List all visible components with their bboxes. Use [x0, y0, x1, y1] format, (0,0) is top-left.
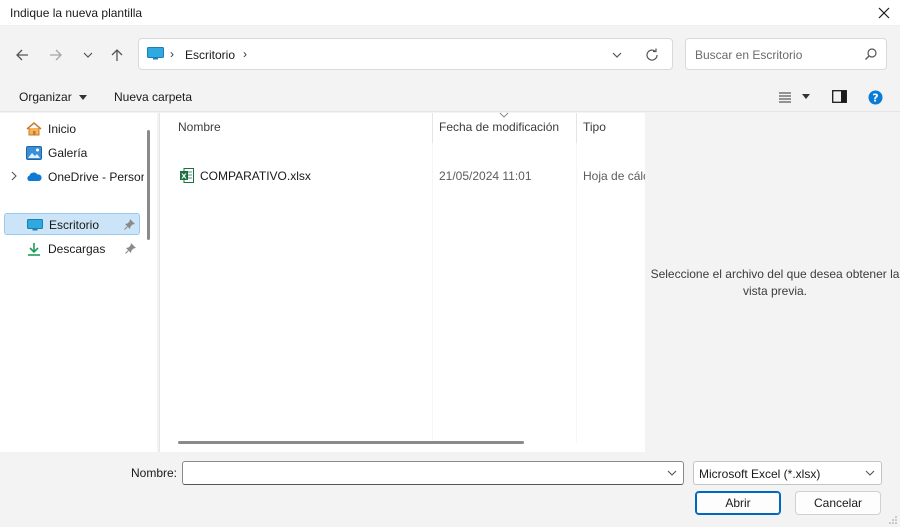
pin-icon	[124, 219, 135, 230]
organize-label: Organizar	[19, 90, 72, 104]
sidebar-item-descargas[interactable]: Descargas	[4, 238, 140, 260]
onedrive-icon	[27, 172, 42, 181]
sidebar-scrollbar[interactable]	[147, 130, 150, 240]
sidebar-item-label: Galería	[48, 146, 88, 160]
file-list	[159, 113, 645, 452]
close-icon	[878, 7, 890, 19]
sort-indicator-icon	[499, 112, 509, 118]
file-type-select[interactable]: Microsoft Excel (*.xlsx)	[693, 461, 882, 485]
help-icon[interactable]: ?	[868, 90, 883, 105]
file-type-value: Microsoft Excel (*.xlsx)	[699, 467, 821, 481]
title-bar: Indique la nueva plantilla	[0, 0, 900, 26]
column-header-date[interactable]: Fecha de modificación	[439, 120, 559, 134]
new-folder-button[interactable]: Nueva carpeta	[114, 90, 192, 104]
close-button[interactable]	[868, 0, 900, 26]
preview-message: Seleccione el archivo del que desea obte…	[650, 267, 900, 298]
sidebar-item-onedrive[interactable]: OneDrive - Personal	[4, 166, 144, 188]
forward-button[interactable]	[45, 44, 67, 66]
chevron-down-icon	[865, 470, 875, 476]
horizontal-scrollbar[interactable]	[178, 441, 524, 444]
sidebar-item-label: Inicio	[48, 122, 77, 136]
column-header-type[interactable]: Tipo	[583, 120, 606, 134]
window-title: Indique la nueva plantilla	[10, 6, 143, 20]
column-divider[interactable]	[576, 113, 577, 143]
address-history-chevron-icon[interactable]	[610, 48, 624, 62]
svg-text:?: ?	[872, 92, 878, 105]
preview-pane: Seleccione el archivo del que desea obte…	[645, 113, 900, 452]
home-icon	[26, 122, 42, 136]
cancel-button[interactable]: Cancelar	[795, 491, 881, 515]
open-button[interactable]: Abrir	[695, 491, 781, 515]
search-placeholder[interactable]: Buscar en Escritorio	[695, 48, 802, 62]
arrow-right-icon	[50, 49, 62, 61]
up-button[interactable]	[106, 44, 128, 66]
refresh-icon[interactable]	[644, 47, 660, 63]
excel-file-icon: X	[180, 168, 194, 183]
breadcrumb-location[interactable]: Escritorio	[185, 48, 235, 62]
sidebar-item-inicio[interactable]: Inicio	[4, 118, 140, 140]
file-date: 21/05/2024 11:01	[439, 169, 532, 183]
view-dropdown-icon[interactable]	[802, 94, 810, 100]
sidebar-item-escritorio[interactable]: Escritorio	[4, 213, 140, 235]
file-row[interactable]: X COMPARATIVO.xlsx 21/05/2024 11:01 Hoja…	[170, 165, 645, 187]
column-guide	[432, 143, 433, 443]
file-name-input[interactable]	[182, 461, 684, 485]
column-header-name[interactable]: Nombre	[178, 120, 221, 134]
chevron-down-icon	[83, 52, 93, 58]
pin-icon	[125, 243, 136, 254]
address-bar[interactable]: › Escritorio ›	[138, 38, 673, 70]
sidebar-item-label: OneDrive - Personal	[48, 170, 144, 184]
chevron-right-icon[interactable]	[10, 171, 18, 181]
svg-text:X: X	[181, 173, 187, 181]
gallery-icon	[26, 146, 42, 160]
arrow-left-icon	[16, 49, 28, 61]
breadcrumb-separator: ›	[170, 47, 174, 61]
resize-grip-icon[interactable]	[888, 515, 898, 525]
file-name: COMPARATIVO.xlsx	[200, 169, 311, 183]
arrow-up-icon	[111, 49, 123, 61]
navigation-pane: Inicio Galería OneDrive - Personal Escri…	[0, 113, 157, 452]
column-guide	[576, 143, 577, 443]
view-options-icon[interactable]	[778, 91, 792, 103]
search-icon[interactable]	[864, 47, 878, 61]
organize-menu-button[interactable]: Organizar	[19, 90, 88, 104]
recent-locations-button[interactable]	[77, 44, 99, 66]
breadcrumb-separator[interactable]: ›	[243, 47, 247, 61]
chevron-down-icon[interactable]	[667, 468, 677, 478]
download-icon	[28, 243, 40, 256]
sidebar-item-galeria[interactable]: Galería	[4, 142, 140, 164]
desktop-icon	[27, 219, 43, 231]
desktop-icon	[147, 47, 164, 60]
file-type: Hoja de cálculo	[583, 169, 645, 183]
caret-down-icon	[79, 94, 88, 100]
file-name-label: Nombre:	[131, 466, 178, 480]
back-button[interactable]	[11, 44, 33, 66]
preview-pane-icon[interactable]	[832, 90, 847, 103]
search-box[interactable]: Buscar en Escritorio	[685, 38, 887, 70]
column-divider[interactable]	[432, 113, 433, 143]
